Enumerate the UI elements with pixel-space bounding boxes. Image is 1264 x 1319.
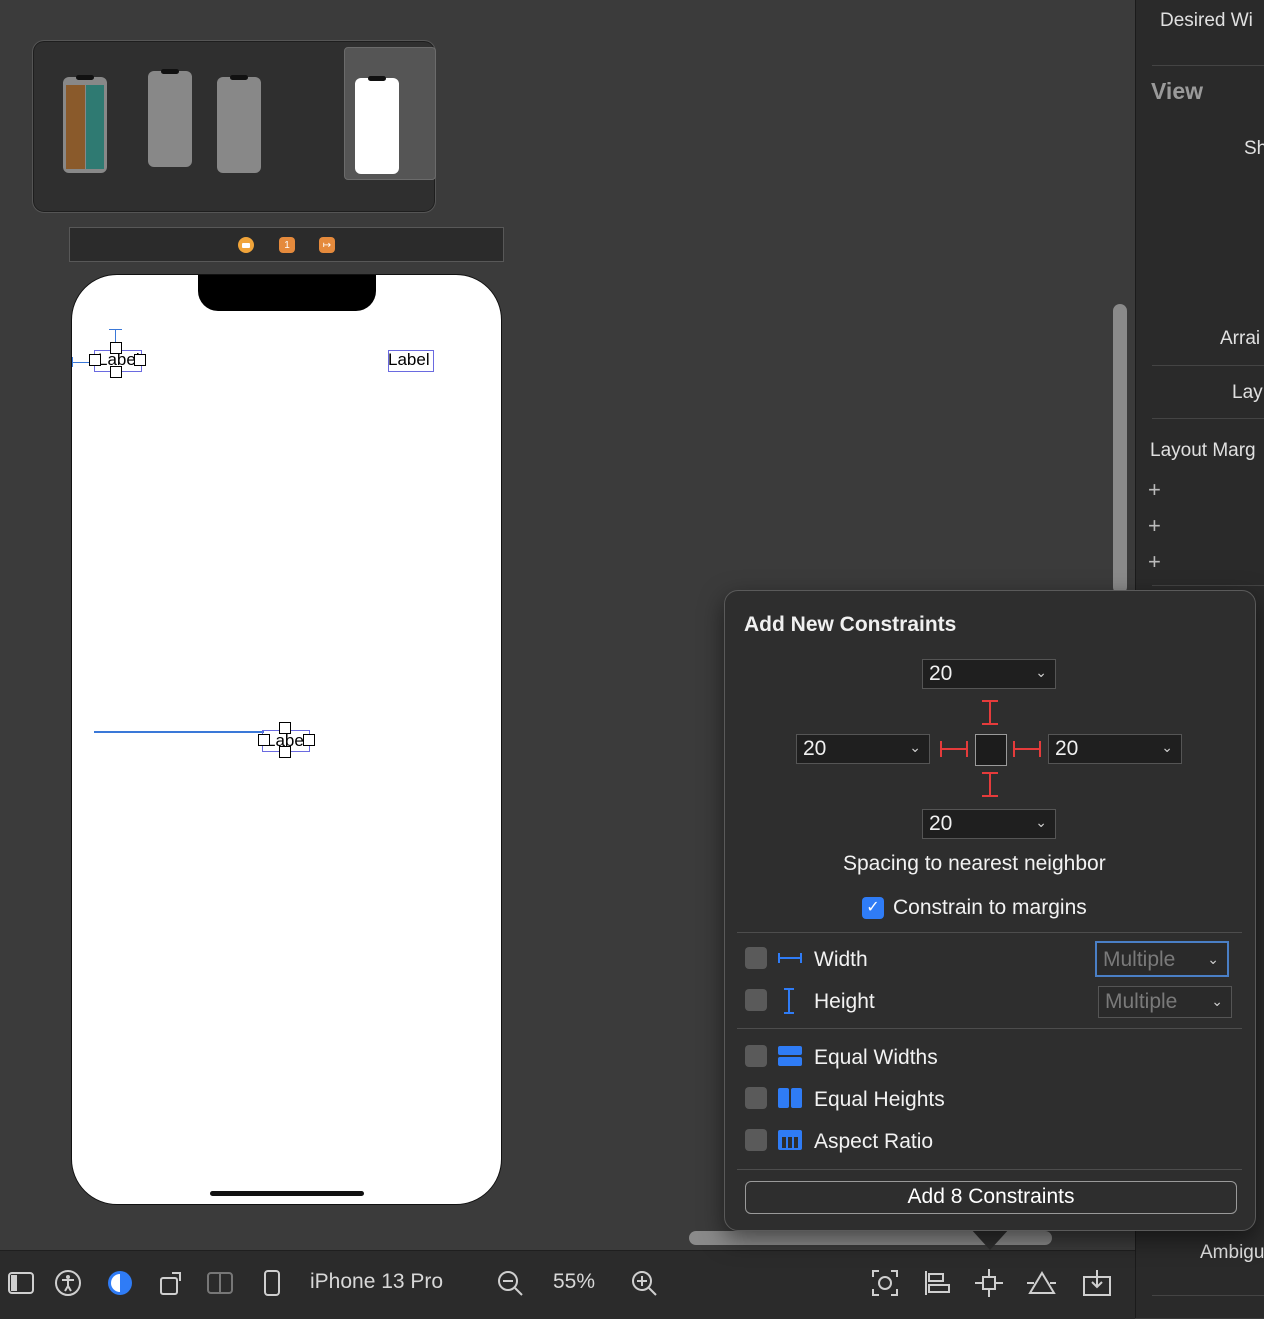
resize-handle[interactable] [279,746,291,758]
equal-widths-checkbox[interactable] [745,1045,767,1067]
width-multiplier-select[interactable]: Multiple ⌄ [1095,941,1229,977]
equal-heights-label: Equal Heights [814,1088,945,1111]
add-variation-button[interactable]: + [1148,549,1161,575]
height-icon [784,988,794,1014]
equal-widths-label: Equal Widths [814,1046,938,1069]
resolve-issues-icon[interactable] [1026,1268,1056,1298]
canvas-bottom-toolbar: iPhone 13 Pro 55% [0,1250,1135,1319]
width-checkbox[interactable] [745,947,767,969]
device-notch [198,275,376,311]
resize-handle[interactable] [279,722,291,734]
chevron-down-icon: ⌄ [1207,951,1219,967]
equal-heights-checkbox[interactable] [745,1087,767,1109]
width-icon [778,953,802,963]
chevron-down-icon: ⌄ [1211,993,1223,1009]
top-spacing-field[interactable]: 20 ⌄ [922,659,1056,689]
resize-handle[interactable] [110,366,122,378]
vertical-scrollbar[interactable] [1113,304,1127,594]
first-responder-icon[interactable]: 1 [279,237,295,253]
popover-arrow [970,1228,1010,1250]
scene-dock: 1 ↦ [69,227,504,262]
show-label: Sh [1244,138,1264,159]
chevron-down-icon: ⌄ [1035,664,1047,680]
scene-thumbnail-2[interactable] [148,69,192,167]
device-selector[interactable]: iPhone 13 Pro [310,1270,443,1294]
add-variation-button[interactable]: + [1148,513,1161,539]
add-variation-button[interactable]: + [1148,477,1161,503]
add-constraints-button[interactable]: Add 8 Constraints [745,1181,1237,1214]
resize-handle[interactable] [89,354,101,366]
add-new-constraints-icon[interactable] [974,1268,1004,1298]
scene-thumbnail-1[interactable] [63,75,107,173]
chevron-down-icon: ⌄ [1035,814,1047,830]
align-icon[interactable] [922,1268,952,1298]
accessibility-icon[interactable] [53,1268,83,1298]
exit-icon[interactable]: ↦ [319,237,335,253]
orientation-icon[interactable] [157,1268,187,1298]
resize-handle[interactable] [258,734,270,746]
scene-thumbnail-3[interactable] [217,75,261,173]
height-multiplier-select[interactable]: Multiple ⌄ [1098,986,1232,1018]
view-controller-icon[interactable] [238,237,254,253]
update-frames-icon[interactable] [870,1268,900,1298]
constrain-to-margins-label: Constrain to margins [893,896,1087,919]
view-section-header: View [1151,78,1203,104]
ambiguity-label: Ambigu [1200,1242,1264,1263]
zoom-level[interactable]: 55% [553,1270,595,1294]
width-label: Width [814,948,868,971]
spacing-caption: Spacing to nearest neighbor [843,852,1106,875]
chevron-down-icon: ⌄ [1161,739,1173,755]
document-outline-toggle-icon[interactable] [6,1268,36,1298]
layout-margins-label: Layout Marg [1150,440,1256,461]
zoom-in-icon[interactable] [629,1268,659,1298]
split-view-icon[interactable] [205,1268,235,1298]
layout-label: Lay [1232,382,1263,403]
embed-in-icon[interactable] [1082,1268,1112,1298]
trailing-spacing-field[interactable]: 20 ⌄ [1048,734,1182,764]
constraint-line [94,731,264,733]
appearance-icon[interactable] [105,1268,135,1298]
add-new-constraints-popover: Add New Constraints 20 ⌄ 20 ⌄ 20 ⌄ 20 ⌄ Spac… [724,590,1256,1231]
scene-overview [32,40,436,213]
aspect-ratio-label: Aspect Ratio [814,1130,934,1153]
equal-widths-icon [778,1046,802,1066]
scene-thumbnail-selected[interactable] [344,47,436,180]
device-icon[interactable] [257,1268,287,1298]
aspect-ratio-icon [778,1130,802,1150]
resize-handle[interactable] [134,354,146,366]
popover-title: Add New Constraints [744,613,957,636]
aspect-ratio-checkbox[interactable] [745,1129,767,1151]
height-label: Height [814,990,875,1013]
label-top-right[interactable]: Label [388,350,430,370]
resize-handle[interactable] [303,734,315,746]
arrange-label: Arrai [1220,328,1261,349]
chevron-down-icon: ⌄ [909,739,921,755]
zoom-out-icon[interactable] [495,1268,525,1298]
resize-handle[interactable] [110,342,122,354]
home-indicator [210,1191,364,1196]
height-checkbox[interactable] [745,989,767,1011]
selected-view-box [975,734,1007,766]
desired-width-label: Desired Wi [1160,10,1253,31]
bottom-spacing-field[interactable]: 20 ⌄ [922,809,1056,839]
iphone-canvas[interactable]: Label Label Label [71,274,502,1205]
leading-spacing-field[interactable]: 20 ⌄ [796,734,930,764]
equal-heights-icon [778,1088,802,1108]
constrain-to-margins-checkbox[interactable]: ✓ [862,897,884,919]
